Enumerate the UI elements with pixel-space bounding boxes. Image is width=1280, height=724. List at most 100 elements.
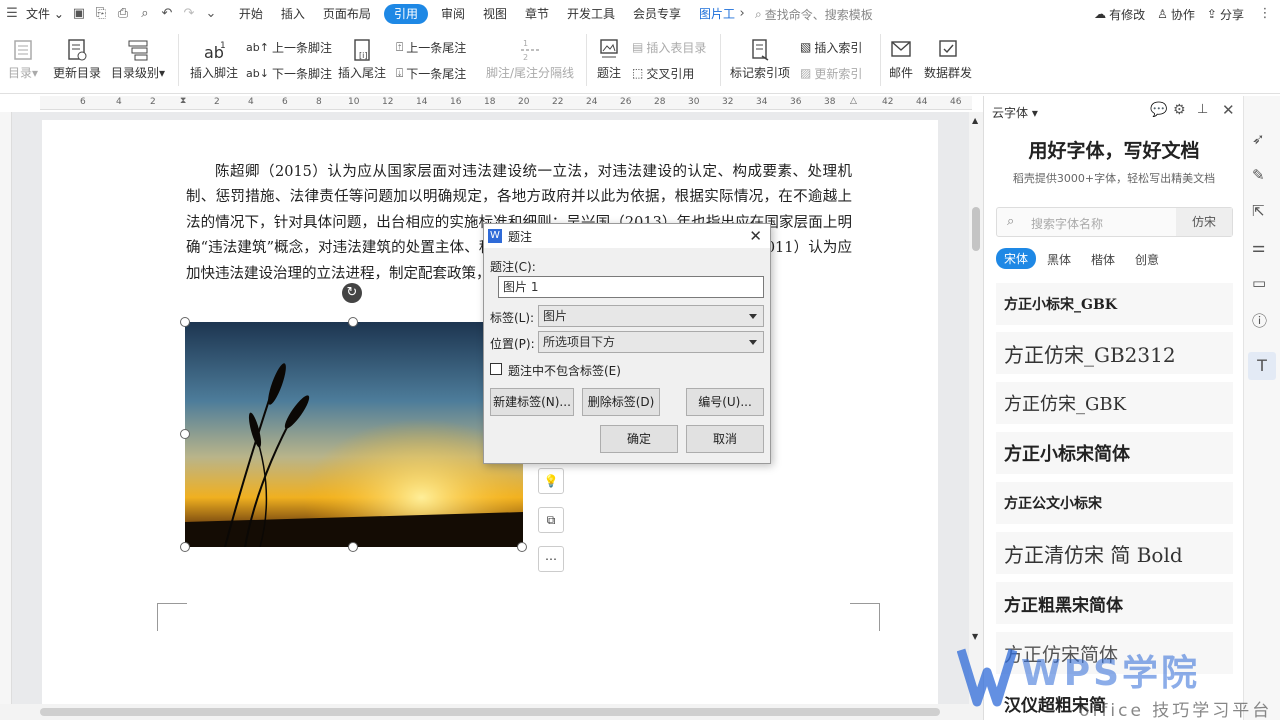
more-options-icon[interactable]: ⋮ <box>1250 0 1280 28</box>
scrollbar-thumb[interactable] <box>972 207 980 251</box>
mail-button[interactable]: 邮件 <box>886 36 916 81</box>
cross-ref-button[interactable]: ⬚ 交叉引用 <box>632 63 694 83</box>
font-tab-hei[interactable]: 黑体 <box>1047 251 1071 268</box>
tab-review[interactable]: 审阅 <box>432 0 474 28</box>
prev-footnote-button[interactable]: ab↑ 上一条脚注 <box>246 37 332 57</box>
tab-developer[interactable]: 开发工具 <box>558 0 624 28</box>
tab-picture-tools[interactable]: 图片工 <box>690 0 735 28</box>
font-item[interactable]: 方正粗黑宋简体 <box>996 582 1233 624</box>
export-icon[interactable]: ⎘ <box>90 0 112 28</box>
panel-header[interactable]: 云字体 ▾ <box>992 104 1038 121</box>
hscroll-thumb[interactable] <box>40 708 940 716</box>
selected-image[interactable] <box>185 322 523 547</box>
caption-input[interactable]: 图片 1 <box>498 276 764 298</box>
command-search[interactable]: ⌕ 查找命令、搜索模板 <box>755 0 873 28</box>
hamburger-icon[interactable]: ☰ <box>0 0 24 28</box>
print-icon[interactable]: ⎙ <box>112 0 134 28</box>
font-tab-kai[interactable]: 楷体 <box>1091 251 1115 268</box>
font-search-tag[interactable]: 仿宋 <box>1176 208 1232 236</box>
insert-table-toc-button[interactable]: ▤ 插入表目录 <box>632 37 706 57</box>
data-mass-button[interactable]: 数据群发 <box>922 36 974 81</box>
tab-references[interactable]: 引用 <box>383 4 428 24</box>
ruler-indent-marker[interactable]: △ <box>850 96 857 106</box>
chevron-right-icon[interactable]: › <box>735 0 749 28</box>
toc-button[interactable]: 目录▾ <box>6 36 40 81</box>
toc-level-button[interactable]: 目录级别▾ <box>110 36 166 81</box>
exclude-label-checkbox[interactable] <box>490 363 502 375</box>
font-item[interactable]: 方正仿宋_GBK <box>996 382 1233 424</box>
mark-index-button[interactable]: 标记索引项 <box>728 36 792 81</box>
font-search-box[interactable]: ⌕ 搜索字体名称 仿宋 <box>996 207 1233 237</box>
insert-footnote-button[interactable]: ab 1 插入脚注 <box>188 36 240 81</box>
tab-insert[interactable]: 插入 <box>272 0 314 28</box>
scrollbar-up-icon[interactable]: ▲ <box>972 116 978 125</box>
font-item[interactable]: 方正清仿宋 简 Bold <box>996 532 1233 574</box>
tag-select[interactable]: 图片 <box>538 305 764 327</box>
tab-home[interactable]: 开始 <box>230 0 272 28</box>
resize-handle[interactable] <box>180 317 190 327</box>
insert-index-button[interactable]: ▧ 插入索引 <box>800 37 862 57</box>
vertical-ruler[interactable] <box>0 112 12 712</box>
resize-handle[interactable] <box>180 429 190 439</box>
next-footnote-button[interactable]: ab↓ 下一条脚注 <box>246 63 332 83</box>
dialog-titlebar[interactable]: W 题注 ✕ <box>484 224 770 248</box>
file-menu[interactable]: 文件 ⌄ <box>24 0 68 28</box>
cursor-icon[interactable]: ⇱ <box>1252 202 1272 222</box>
redo-icon[interactable]: ↷ <box>178 0 200 28</box>
collab-button[interactable]: ♙ 协作 <box>1151 0 1201 28</box>
preview-icon[interactable]: ⌕ <box>134 0 156 28</box>
resize-handle[interactable] <box>517 542 527 552</box>
font-item[interactable]: 方正小标宋_GBK <box>996 283 1233 325</box>
footnote-separator-button[interactable]: 12 脚注/尾注分隔线 <box>484 36 576 81</box>
horizontal-ruler[interactable]: 6 4 2 ⧗ 2 4 6 8 10 12 14 16 18 20 22 24 … <box>40 96 972 110</box>
new-tag-button[interactable]: 新建标签(N)... <box>490 388 574 416</box>
rocket-icon[interactable]: ➶ <box>1252 130 1272 150</box>
modified-status[interactable]: ☁ 有修改 <box>1088 0 1151 28</box>
close-icon[interactable]: ✕ <box>1222 101 1235 119</box>
caption-dialog[interactable]: W 题注 ✕ 题注(C): 图片 1 标签(L): 图片 位置(P): 所选项目… <box>483 223 771 464</box>
tab-chapter[interactable]: 章节 <box>516 0 558 28</box>
position-select[interactable]: 所选项目下方 <box>538 331 764 353</box>
resize-handle[interactable] <box>348 542 358 552</box>
font-item[interactable]: 方正仿宋_GB2312 <box>996 332 1233 374</box>
sliders-icon[interactable]: ⚌ <box>1252 238 1272 258</box>
next-endnote-button[interactable]: ⍗ 下一条尾注 <box>396 63 466 83</box>
close-icon[interactable]: ✕ <box>749 227 762 245</box>
cancel-button[interactable]: 取消 <box>686 425 764 453</box>
archive-icon[interactable]: ▭ <box>1252 274 1272 294</box>
update-toc-button[interactable]: 更新目录 <box>50 36 104 81</box>
rotate-handle-icon[interactable]: ↻ <box>342 283 362 303</box>
more-tools-icon[interactable]: ⋯ <box>538 546 564 572</box>
more-quick-icon[interactable]: ⌄ <box>200 0 222 28</box>
text-font-icon[interactable]: T <box>1248 352 1276 380</box>
caption-button[interactable]: 题注 <box>594 36 624 81</box>
font-tab-creative[interactable]: 创意 <box>1135 251 1159 268</box>
font-item[interactable]: 方正小标宋简体 <box>996 432 1233 474</box>
tab-page-layout[interactable]: 页面布局 <box>314 0 380 28</box>
share-button[interactable]: ⇪ 分享 <box>1201 0 1250 28</box>
update-index-button[interactable]: ▨ 更新索引 <box>800 63 862 83</box>
horizontal-scrollbar[interactable] <box>0 704 983 720</box>
undo-icon[interactable]: ↶ <box>156 0 178 28</box>
resize-handle[interactable] <box>180 542 190 552</box>
gear-icon[interactable]: ⚙ <box>1173 102 1186 118</box>
pen-icon[interactable]: ✎ <box>1252 166 1272 186</box>
comment-icon[interactable]: 💬 <box>1150 102 1167 118</box>
vertical-scrollbar[interactable]: ▲ ▼ <box>969 112 983 704</box>
help-icon[interactable]: ⓘ <box>1252 310 1272 330</box>
prev-endnote-button[interactable]: ⍐ 上一条尾注 <box>396 37 466 57</box>
numbering-button[interactable]: 编号(U)... <box>686 388 764 416</box>
insert-endnote-button[interactable]: [i] 插入尾注 <box>336 36 388 81</box>
ruler-indent-marker[interactable]: ⧗ <box>180 96 186 106</box>
delete-tag-button[interactable]: 删除标签(D) <box>582 388 660 416</box>
ok-button[interactable]: 确定 <box>600 425 678 453</box>
tab-member[interactable]: 会员专享 <box>624 0 690 28</box>
image-to-text-icon[interactable]: ⧉ <box>538 507 564 533</box>
tab-view[interactable]: 视图 <box>474 0 516 28</box>
font-tab-song[interactable]: 宋体 <box>996 248 1037 269</box>
resize-handle[interactable] <box>348 317 358 327</box>
pin-icon[interactable]: ⊥ <box>1197 102 1208 117</box>
font-item[interactable]: 方正公文小标宋 <box>996 482 1233 524</box>
save-icon[interactable]: ▣ <box>68 0 90 28</box>
smart-suggest-icon[interactable]: 💡 <box>538 468 564 494</box>
